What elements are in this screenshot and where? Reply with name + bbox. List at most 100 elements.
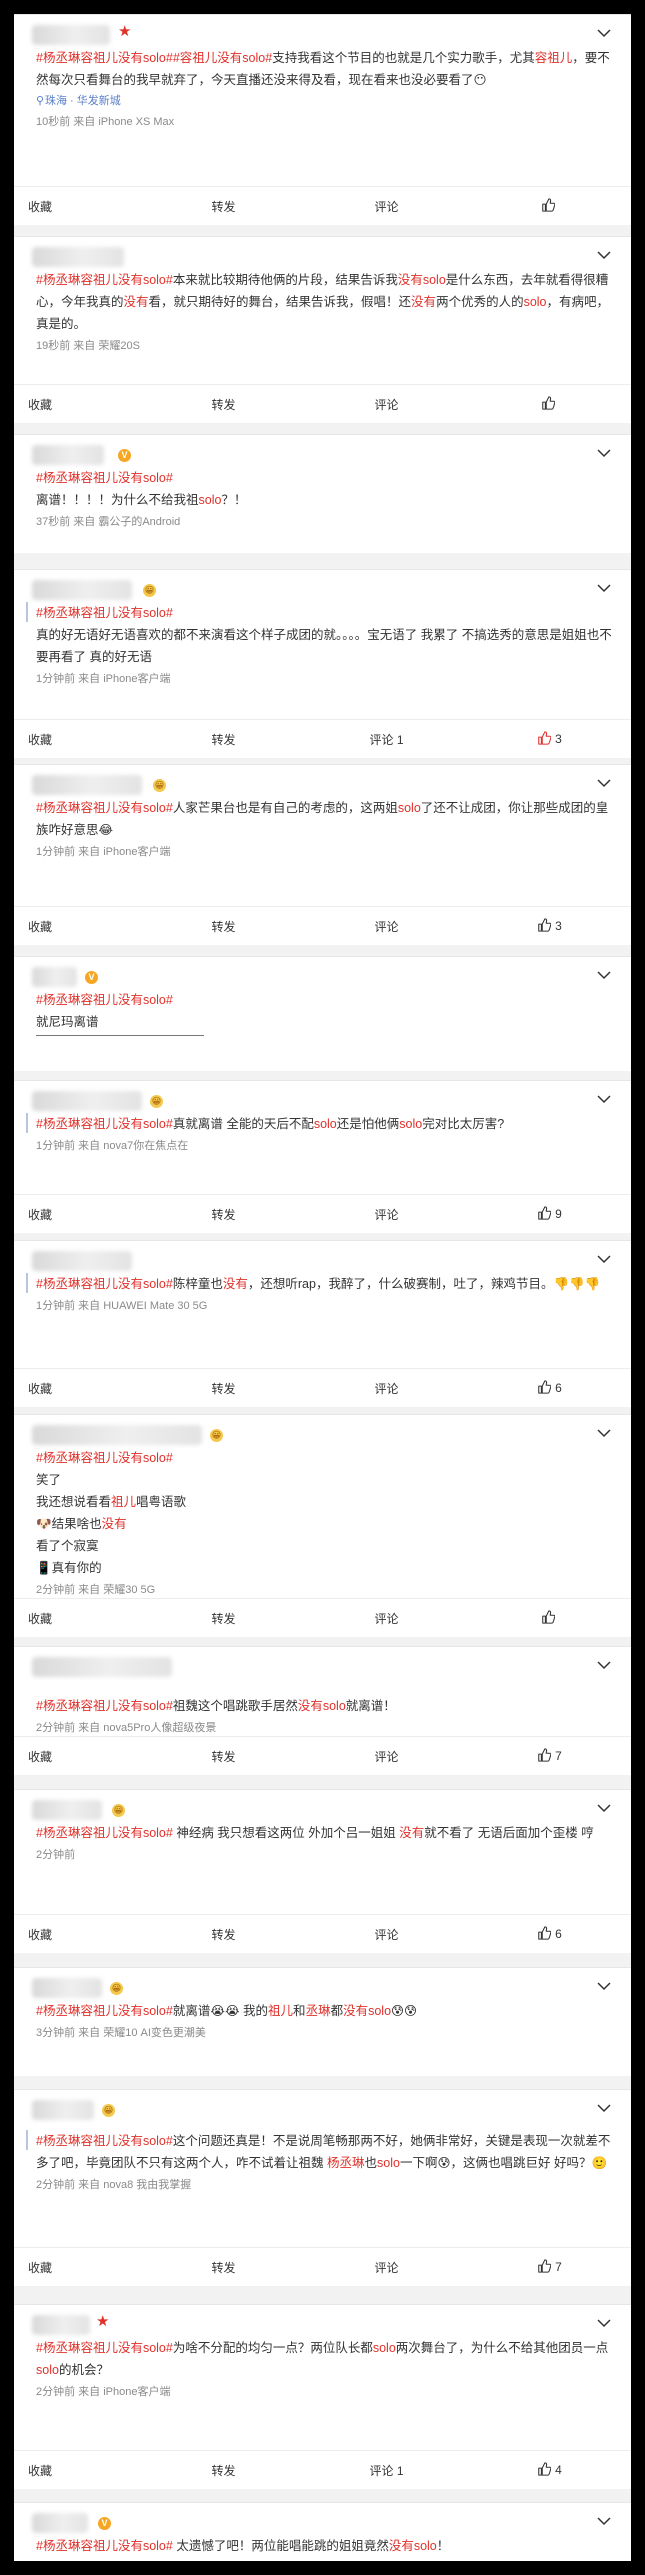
collect-button[interactable]: 收藏	[14, 1748, 142, 1765]
collect-button[interactable]: 收藏	[14, 918, 142, 935]
chevron-down-icon[interactable]	[597, 1661, 613, 1673]
blurred-username[interactable]	[32, 580, 132, 600]
comment-button[interactable]: 评论	[305, 2259, 468, 2276]
chevron-down-icon[interactable]	[597, 2319, 613, 2331]
blurred-username[interactable]	[32, 445, 104, 465]
repost-button[interactable]: 转发	[142, 396, 305, 413]
chevron-down-icon[interactable]	[597, 1255, 613, 1267]
chevron-down-icon[interactable]	[597, 251, 613, 263]
collect-button[interactable]: 收藏	[14, 198, 142, 215]
repost-button[interactable]: 转发	[142, 198, 305, 215]
repost-button[interactable]: 转发	[142, 1206, 305, 1223]
blurred-username[interactable]	[32, 1657, 172, 1677]
collect-button[interactable]: 收藏	[14, 1926, 142, 1943]
like-button[interactable]	[468, 197, 631, 215]
blurred-username[interactable]	[32, 2513, 88, 2533]
comment-button[interactable]: 评论	[305, 198, 468, 215]
blurred-username[interactable]	[32, 1800, 102, 1820]
hashtag-link[interactable]: #杨丞琳容祖儿没有solo#	[36, 1699, 173, 1713]
comment-button[interactable]: 评论	[305, 1206, 468, 1223]
repost-button[interactable]: 转发	[142, 1748, 305, 1765]
hashtag-link[interactable]: #杨丞琳容祖儿没有solo#	[36, 993, 173, 1007]
blurred-username[interactable]	[32, 2315, 90, 2335]
like-button[interactable]: 4	[468, 2461, 631, 2479]
location-tag[interactable]: ⚲珠海 · 华发新城	[36, 91, 613, 111]
chevron-down-icon[interactable]	[597, 1095, 613, 1107]
collect-button[interactable]: 收藏	[14, 2462, 142, 2479]
comment-button[interactable]: 评论 1	[305, 731, 468, 748]
blurred-username[interactable]	[32, 1251, 132, 1271]
star-badge-icon: ★	[96, 2313, 110, 2330]
like-button[interactable]: 7	[468, 2258, 631, 2276]
hashtag-link[interactable]: #杨丞琳容祖儿没有solo#	[36, 273, 173, 287]
hashtag-link[interactable]: #杨丞琳容祖儿没有solo#	[36, 2004, 173, 2018]
hashtag-link[interactable]: #杨丞琳容祖儿没有solo#	[36, 1117, 173, 1131]
blurred-username[interactable]	[32, 1978, 102, 1998]
repost-button[interactable]: 转发	[142, 1610, 305, 1627]
like-button[interactable]	[468, 1609, 631, 1627]
comment-button[interactable]: 评论	[305, 918, 468, 935]
chevron-down-icon[interactable]	[597, 1804, 613, 1816]
repost-button[interactable]: 转发	[142, 1380, 305, 1397]
like-count: 3	[555, 732, 562, 746]
blurred-username[interactable]	[32, 1091, 142, 1111]
comment-button[interactable]: 评论	[305, 1610, 468, 1627]
hashtag-link[interactable]: #容祖儿没有solo#	[173, 51, 272, 65]
collect-button[interactable]: 收藏	[14, 396, 142, 413]
blurred-username[interactable]	[32, 25, 110, 45]
collect-button[interactable]: 收藏	[14, 2259, 142, 2276]
collect-button[interactable]: 收藏	[14, 1610, 142, 1627]
comment-card: ★ #杨丞琳容祖儿没有solo#为啥不分配的均匀一点？两位队长都solo两次舞台了…	[14, 2304, 631, 2489]
repost-button[interactable]: 转发	[142, 2259, 305, 2276]
hashtag-link[interactable]: #杨丞琳容祖儿没有solo#	[36, 2539, 173, 2553]
like-button[interactable]: 6	[468, 1925, 631, 1943]
comment-text-span: 完对比太厉害?	[422, 1117, 505, 1131]
comment-button[interactable]: 评论	[305, 1380, 468, 1397]
chevron-down-icon[interactable]	[597, 971, 613, 983]
chevron-down-icon[interactable]	[597, 2104, 613, 2116]
comment-header	[14, 245, 631, 271]
chevron-down-icon[interactable]	[597, 1429, 613, 1441]
chevron-down-icon[interactable]	[597, 1982, 613, 1994]
repost-button[interactable]: 转发	[142, 1926, 305, 1943]
chevron-down-icon[interactable]	[597, 449, 613, 461]
like-button[interactable]: 7	[468, 1747, 631, 1765]
like-button[interactable]: 9	[468, 1205, 631, 1223]
collect-button[interactable]: 收藏	[14, 1380, 142, 1397]
hashtag-link[interactable]: #杨丞琳容祖儿没有solo#	[36, 2134, 173, 2148]
repost-button[interactable]: 转发	[142, 2462, 305, 2479]
hashtag-link[interactable]: #杨丞琳容祖儿没有solo#	[36, 2341, 173, 2355]
blurred-username[interactable]	[32, 2100, 94, 2120]
comment-button[interactable]: 评论	[305, 396, 468, 413]
blurred-username[interactable]	[32, 775, 142, 795]
hashtag-link[interactable]: #杨丞琳容祖儿没有solo#	[36, 606, 173, 620]
blurred-username[interactable]	[32, 967, 77, 987]
comment-button[interactable]: 评论 1	[305, 2462, 468, 2479]
comment-text-span: 都	[330, 2004, 344, 2018]
like-button[interactable]: 3	[468, 917, 631, 935]
hashtag-link[interactable]: #杨丞琳容祖儿没有solo#	[36, 471, 173, 485]
like-count: 9	[555, 1207, 562, 1221]
like-button[interactable]	[468, 395, 631, 413]
chevron-down-icon[interactable]	[597, 584, 613, 596]
hashtag-link[interactable]: #杨丞琳容祖儿没有solo#	[36, 1826, 173, 1840]
like-button[interactable]: 6	[468, 1379, 631, 1397]
repost-button[interactable]: 转发	[142, 918, 305, 935]
chevron-down-icon[interactable]	[597, 779, 613, 791]
like-button[interactable]: 3	[468, 730, 631, 748]
comment-card: 😀 #杨丞琳容祖儿没有solo#这个问题还真是！不是说周笔畅那两不好，她俩非常好，…	[14, 2089, 631, 2286]
blurred-username[interactable]	[32, 247, 124, 267]
hashtag-link[interactable]: #杨丞琳容祖儿没有solo#	[36, 1451, 173, 1465]
hashtag-link[interactable]: #杨丞琳容祖儿没有solo#	[36, 51, 173, 65]
chevron-down-icon[interactable]	[597, 29, 613, 41]
hashtag-link[interactable]: #杨丞琳容祖儿没有solo#	[36, 801, 173, 815]
collect-button[interactable]: 收藏	[14, 731, 142, 748]
collect-button[interactable]: 收藏	[14, 1206, 142, 1223]
chevron-down-icon[interactable]	[597, 2517, 613, 2529]
comment-text-span: 本来就比较期待他俩的片段，结果告诉我	[172, 273, 398, 287]
comment-button[interactable]: 评论	[305, 1748, 468, 1765]
repost-button[interactable]: 转发	[142, 731, 305, 748]
comment-button[interactable]: 评论	[305, 1926, 468, 1943]
blurred-username[interactable]	[32, 1425, 202, 1445]
hashtag-link[interactable]: #杨丞琳容祖儿没有solo#	[36, 1277, 173, 1291]
